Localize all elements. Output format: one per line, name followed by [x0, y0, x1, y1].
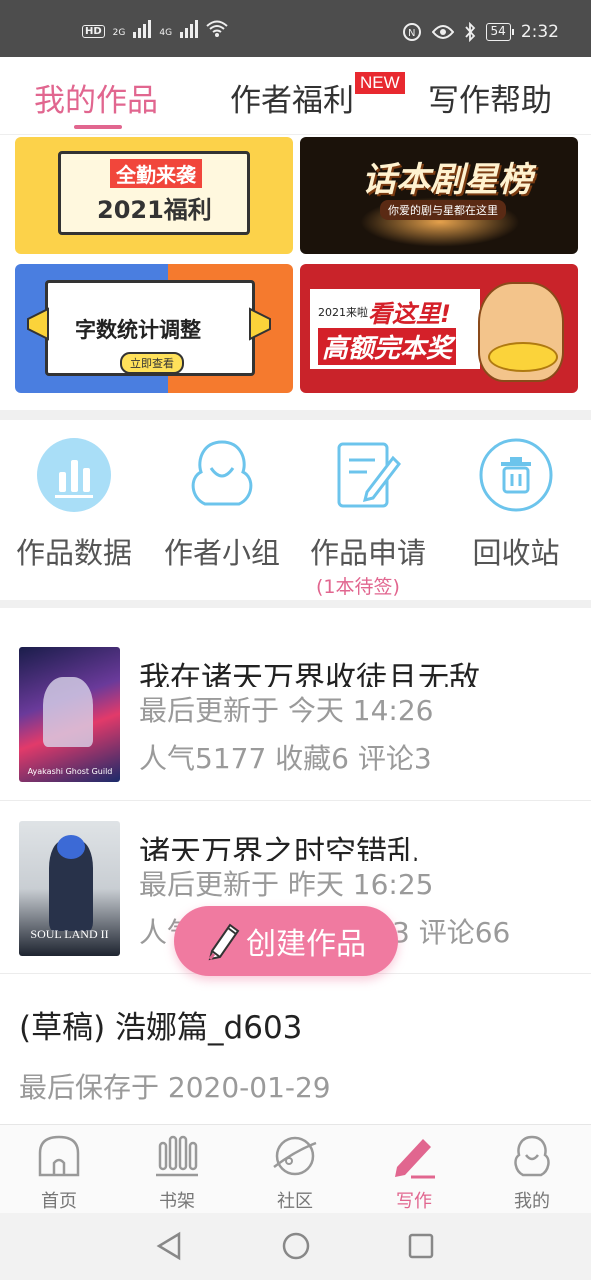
tab-indicator [74, 125, 122, 129]
svg-text:N: N [408, 28, 415, 39]
bookshelf-icon [156, 1135, 198, 1177]
work-title: 诸天万界之时空错乱 [139, 835, 418, 861]
banner-title: 话本剧星榜 [362, 160, 532, 200]
nav-label: 首页 [41, 1191, 77, 1212]
trash-icon [479, 438, 553, 512]
group-face-icon [185, 438, 259, 512]
work-updated: 最后更新于 昨天 16:25 [139, 868, 434, 901]
status-bar: HD 2G 4G N 54 2:32 [0, 0, 591, 57]
signal-icon [180, 20, 199, 38]
tab-my-works[interactable]: 我的作品 [34, 75, 158, 120]
nav-bookshelf[interactable]: 书架 [137, 1133, 217, 1213]
nav-profile[interactable]: 我的 [492, 1133, 572, 1213]
net1-label: 2G [112, 28, 126, 38]
quick-work-application[interactable]: 作品申请 [302, 438, 434, 572]
banner-completion-award[interactable]: 2021来啦 看这里! 高额完本奖 [300, 264, 578, 393]
work-updated: 最后更新于 今天 14:26 [139, 694, 434, 727]
nav-community[interactable]: 社区 [255, 1133, 335, 1213]
quick-label: 作品申请 [309, 536, 426, 570]
nav-write[interactable]: 写作 [374, 1133, 454, 1213]
quick-label: 作品数据 [15, 536, 132, 570]
draft-item[interactable]: (草稿) 浩娜篇_d603 最后保存于 2020-01-29 [0, 974, 591, 1122]
quick-label: 回收站 [472, 536, 560, 570]
work-title: 我在诸天万界收徒且无敌 [139, 661, 480, 687]
banner-tag: 2021来啦 [318, 306, 368, 319]
megaphone-icon [27, 307, 49, 341]
wifi-icon [206, 20, 228, 37]
pending-count: (1本待签) [316, 576, 400, 598]
create-work-label: 创建作品 [246, 927, 366, 962]
nav-label: 我的 [514, 1191, 550, 1212]
work-item[interactable]: Ayakashi Ghost Guild 我在诸天万界收徒且无敌 最后更新于 今… [0, 625, 591, 801]
nfc-icon: N [402, 23, 421, 41]
section-divider [0, 600, 591, 608]
banner-title: 字数统计调整 [75, 318, 201, 342]
bottom-nav: 首页 书架 社区 写作 我的 [0, 1124, 591, 1213]
quick-recycle-bin[interactable]: 回收站 [460, 438, 572, 572]
work-cover: SOUL LAND II [19, 821, 120, 956]
home-circle-icon[interactable] [281, 1231, 311, 1261]
bar-chart-icon [37, 438, 111, 512]
signal-icon [133, 20, 152, 38]
banner-drama-ranking[interactable]: 话本剧星榜 你爱的剧与星都在这里 [300, 137, 578, 254]
banner-subtitle: 高额完本奖 [318, 328, 457, 365]
network-indicators: HD 2G 4G [82, 20, 228, 38]
tab-writing-help[interactable]: 写作帮助 [428, 75, 552, 120]
top-tab-bar: 我的作品 作者福利 NEW 写作帮助 [0, 57, 591, 135]
profile-face-icon [514, 1135, 550, 1177]
new-badge: NEW [355, 72, 405, 94]
bluetooth-icon [464, 22, 475, 42]
section-divider [0, 410, 591, 420]
system-nav-bar [0, 1213, 591, 1280]
quick-work-data[interactable]: 作品数据 [8, 438, 140, 572]
gold-ingot-icon [488, 342, 558, 372]
pencil-icon [208, 923, 240, 961]
pen-icon [395, 1139, 435, 1179]
nav-label: 写作 [396, 1191, 432, 1212]
nav-home[interactable]: 首页 [19, 1133, 99, 1213]
planet-icon [273, 1136, 317, 1176]
system-indicators: N 54 2:32 [402, 22, 559, 42]
cover-caption: Ayakashi Ghost Guild [27, 767, 113, 776]
recents-icon[interactable] [406, 1231, 436, 1261]
banner-title: 全勤来袭 [110, 159, 202, 188]
create-work-button[interactable]: 创建作品 [174, 906, 398, 976]
banner-button: 立即查看 [120, 352, 184, 374]
banner-word-count[interactable]: 字数统计调整 立即查看 [15, 264, 293, 393]
cover-caption: SOUL LAND II [30, 927, 109, 941]
eye-icon [431, 25, 454, 39]
draft-title: (草稿) 浩娜篇_d603 [19, 1010, 303, 1046]
net2-label: 4G [159, 28, 173, 38]
banner-title: 看这里! [368, 300, 451, 328]
nav-label: 社区 [277, 1191, 313, 1212]
edit-document-icon [331, 438, 405, 512]
nav-label: 书架 [159, 1191, 195, 1212]
banner-attendance-benefit[interactable]: 全勤来袭 2021福利 [15, 137, 293, 254]
work-stats-right: 3 评论66 [392, 916, 511, 949]
clock: 2:32 [520, 22, 559, 42]
draft-saved: 最后保存于 2020-01-29 [19, 1071, 331, 1104]
quick-author-group[interactable]: 作者小组 [156, 438, 288, 572]
quick-label: 作者小组 [163, 536, 280, 570]
back-icon[interactable] [155, 1231, 185, 1261]
hd-label: HD [82, 25, 105, 38]
tab-author-benefits[interactable]: 作者福利 [230, 75, 354, 120]
work-stats: 人气5177 收藏6 评论3 [139, 742, 432, 775]
work-cover: Ayakashi Ghost Guild [19, 647, 120, 782]
home-icon [38, 1135, 80, 1177]
banner-subtitle: 你爱的剧与星都在这里 [380, 200, 506, 220]
banner-subtitle: 2021福利 [97, 196, 212, 224]
megaphone-icon [249, 307, 271, 341]
battery-icon: 54 [485, 23, 515, 41]
